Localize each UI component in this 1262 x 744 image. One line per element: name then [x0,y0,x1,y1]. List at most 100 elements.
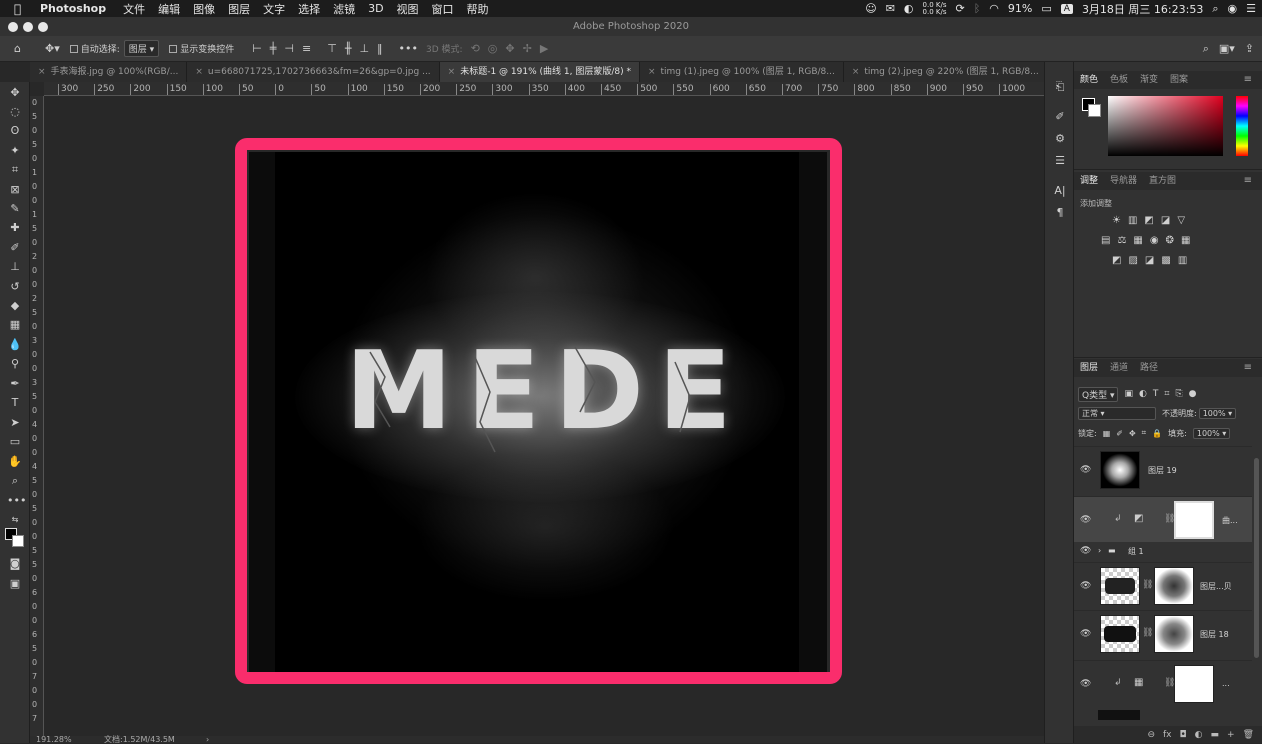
layer-row-selected[interactable]: 👁 ↲ ◩ ⛓ 曲... [1074,496,1252,542]
black-white-icon[interactable]: ▦ [1133,235,1142,246]
tab-document-active[interactable]: × 未标题-1 @ 191% (曲线 1, 图层蒙版/8) * [439,62,640,82]
layer-filter-dropdown[interactable]: Q类型 ▾ [1078,386,1119,402]
lasso-tool-icon[interactable]: ʘ [7,123,23,139]
search-icon[interactable]: ⌕ [1203,42,1209,56]
lock-position-icon[interactable]: ✥ [1129,429,1136,438]
wechat-icon[interactable]: ☺ [865,2,876,15]
bluetooth-icon[interactable]: ᛒ [974,2,981,15]
marquee-tool-icon[interactable]: ◌ [7,104,23,120]
apple-icon[interactable]:  [14,2,28,16]
menu-view[interactable]: 视图 [397,1,419,17]
orbit-3d-icon[interactable]: ⟲ [471,42,480,55]
exposure-icon[interactable]: ◪ [1161,215,1170,226]
channel-mixer-icon[interactable]: ❂ [1166,235,1174,246]
color-lookup-icon[interactable]: ▦ [1181,235,1190,246]
brush-tool-icon[interactable]: ✐ [7,240,23,256]
menu-image[interactable]: 图像 [193,1,215,17]
new-group-icon[interactable]: ▬ [1211,730,1220,740]
move-tool-icon[interactable]: ✥▾ [45,42,60,55]
close-tab-icon[interactable]: × [852,67,860,77]
app-menu[interactable]: Photoshop [40,2,106,15]
zoom-tool-icon[interactable]: ⌕ [7,473,23,489]
panel-menu-icon[interactable]: ≡ [1238,359,1258,377]
video-3d-icon[interactable]: ▶ [540,42,548,55]
input-method[interactable]: A [1060,3,1073,14]
close-tab-icon[interactable]: × [648,67,656,77]
workspace-icon[interactable]: ▣▾ [1219,42,1235,56]
visibility-eye-icon[interactable]: 👁 [1080,629,1091,639]
bg-color[interactable] [1088,104,1101,117]
background-color[interactable] [12,535,24,547]
crop-tool-icon[interactable]: ⌗ [7,162,23,178]
visibility-eye-icon[interactable]: 👁 [1080,465,1091,475]
color-balance-icon[interactable]: ⚖ [1117,235,1126,246]
layer-mask-thumbnail[interactable] [1174,501,1214,539]
stamp-tool-icon[interactable]: ⊥ [7,259,23,275]
align-top-icon[interactable]: ⊤ [327,42,337,55]
lock-transparent-icon[interactable]: ▦ [1103,429,1111,438]
panel-menu-icon[interactable]: ≡ [1238,71,1258,89]
dodge-tool-icon[interactable]: ⚲ [7,356,23,372]
frame-tool-icon[interactable]: ⊠ [7,182,23,198]
visibility-eye-icon[interactable]: 👁 [1080,515,1091,525]
tab-patterns[interactable]: 图案 [1164,71,1194,89]
path-select-icon[interactable]: ➤ [7,415,23,431]
tab-histogram[interactable]: 直方图 [1143,172,1182,190]
filter-adjustment-icon[interactable]: ◐ [1139,389,1147,399]
blur-tool-icon[interactable]: 💧 [7,337,23,353]
hue-saturation-icon[interactable]: ▤ [1101,235,1110,246]
color-picker-field[interactable] [1108,96,1223,156]
tool-presets-icon[interactable]: ⚙ [1053,132,1067,146]
lock-all-icon[interactable]: 🔒 [1152,429,1162,438]
menu-select[interactable]: 选择 [298,1,320,17]
fx-icon[interactable]: fx [1163,730,1172,740]
close-tab-icon[interactable]: × [38,67,46,77]
type-tool-icon[interactable]: T [7,395,23,411]
zoom-window-button[interactable] [38,22,48,32]
show-transform-checkbox[interactable] [169,44,178,53]
blend-mode-dropdown[interactable]: 正常 ▾ [1078,406,1156,420]
tab-document[interactable]: × timg (2).jpeg @ 220% (图层 1, RGB/8... [844,62,1048,82]
tab-document[interactable]: × 手表海报.jpg @ 100%(RGB/... [30,62,188,82]
auto-select-dropdown[interactable]: 图层 ▾ [123,40,160,57]
screen-mode-icon[interactable]: ▣ [7,576,23,592]
tab-layers[interactable]: 图层 [1074,359,1104,377]
sync-icon[interactable]: ⟳ [955,2,964,15]
filter-toggle-icon[interactable]: ● [1189,389,1197,399]
visibility-eye-icon[interactable]: 👁 [1080,546,1091,556]
menu-window[interactable]: 窗口 [432,1,454,17]
lock-artboard-icon[interactable]: ⌗ [1142,428,1147,438]
tab-channels[interactable]: 通道 [1104,359,1134,377]
qq-icon[interactable]: ◐ [904,2,914,15]
minimize-window-button[interactable] [23,22,33,32]
magic-wand-tool-icon[interactable]: ✦ [7,143,23,159]
align-right-icon[interactable]: ⊣ [284,42,294,55]
group-row[interactable]: 👁 › ▬ 组 1 [1074,544,1252,558]
menu-filter[interactable]: 滤镜 [333,1,355,17]
levels-icon[interactable]: ▥ [1128,215,1137,226]
close-window-button[interactable] [8,22,18,32]
menu-3d[interactable]: 3D [368,2,383,15]
menu-layer[interactable]: 图层 [228,1,250,17]
eraser-tool-icon[interactable]: ◆ [7,298,23,314]
align-middle-icon[interactable]: ╫ [345,42,352,55]
character-panel-icon[interactable]: A| [1053,184,1067,198]
expand-arrow-icon[interactable]: › [1098,546,1101,555]
menu-help[interactable]: 帮助 [467,1,489,17]
more-tools-icon[interactable]: ••• [7,493,26,509]
align-bottom-icon[interactable]: ⊥ [359,42,369,55]
curves-icon[interactable]: ◩ [1144,215,1153,226]
layers-scrollbar[interactable] [1254,458,1259,658]
healing-brush-icon[interactable]: ✚ [7,220,23,236]
distribute-icon[interactable]: ≡ [302,42,311,55]
layer-row[interactable]: 👁 ⛓ 图层...贝 [1074,562,1252,608]
siri-icon[interactable]: ◉ [1228,2,1238,15]
paragraph-panel-icon[interactable]: ¶ [1053,206,1067,220]
roll-3d-icon[interactable]: ◎ [488,42,498,55]
color-swatch[interactable] [1082,98,1102,118]
wifi-icon[interactable]: ◠ [989,2,999,15]
slide-3d-icon[interactable]: ✢ [523,42,532,55]
properties-icon[interactable]: ☰ [1053,154,1067,168]
search-icon[interactable]: ⌕ [1212,2,1218,16]
delete-layer-icon[interactable]: 🗑 [1243,730,1254,740]
